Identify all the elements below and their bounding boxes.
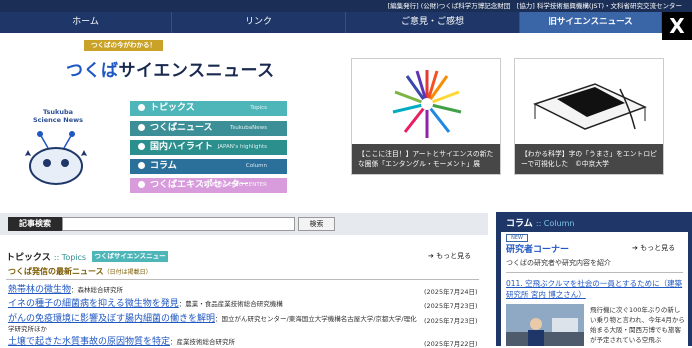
nav-home[interactable]: ホーム (0, 12, 172, 33)
menu-column[interactable]: コラム Column (130, 159, 287, 174)
news-date: (2025年7月24日) (424, 288, 478, 296)
menu-japan-highlights-label: 国内ハイライト (150, 142, 213, 152)
menu-topics-en: Topics (250, 105, 267, 111)
column-title: コラム (506, 219, 533, 229)
nav-feedback[interactable]: ご意見・ご感想 (346, 12, 520, 33)
news-title-link[interactable]: 熱帯林の微生物 (8, 285, 71, 295)
researcher-photo (506, 304, 584, 346)
bullet-icon (138, 181, 145, 188)
mascot-label-2: Science News (32, 116, 84, 124)
search-label: 記事検索 (8, 217, 62, 231)
topics-subhead: つくば発信の最新ニュース（日付は掲載日） (8, 266, 152, 277)
x-social-icon[interactable]: X (662, 12, 692, 40)
tagline-badge: つくばの今がわかる！ (84, 40, 163, 51)
news-source: ：産業技術総合研究所 (170, 338, 236, 346)
feature-card-science[interactable]: 【わかる科学】字の「うまさ」をエントロピーで可視化した ©中京大学 (514, 58, 664, 175)
column-more-link[interactable]: ➔ もっと見る (632, 243, 675, 253)
mascot-label-1: Tsukuba (42, 108, 74, 116)
site-title-a: つくば (66, 61, 119, 81)
site-title-b: サイエンスニュース (118, 61, 275, 81)
news-item: がんの免疫環境に影響及ぼす腸内細菌の働きを解明：国立がん研究センター/東海国立大… (8, 314, 418, 334)
menu-topics[interactable]: トピックス Topics (130, 101, 287, 116)
menu-tsukuba-news-en: TsukubaNews (229, 125, 267, 131)
arrow-right-icon: ➔ (428, 252, 434, 260)
bullet-icon (138, 162, 145, 169)
nav-old-science-news[interactable]: 旧サイエンスニュース (520, 12, 662, 33)
arrow-right-icon: ➔ (632, 244, 638, 252)
menu-topics-label: トピックス (150, 103, 195, 113)
menu-tsukuba-news-label: つくばニュース (150, 123, 213, 133)
column-heading: コラム :: Column (506, 216, 574, 229)
news-date: (2025年7月22日) (424, 340, 478, 348)
menu-tsukuba-news[interactable]: つくばニュース TsukubaNews (130, 121, 287, 136)
news-item: イネの種子の細菌病を抑える微生物を発見：農業・食品産業技術総合研究機構 (8, 299, 418, 309)
site-title[interactable]: つくばサイエンスニュース (66, 56, 275, 81)
search-input[interactable] (62, 217, 295, 231)
main-nav: ホーム リンク ご意見・ご感想 旧サイエンスニュース (0, 12, 692, 33)
divider (506, 272, 683, 273)
topics-heading: トピックス :: Topics (6, 250, 86, 263)
menu-japan-highlights-en: JAPAN's highlights (217, 144, 267, 150)
bullet-icon (138, 104, 145, 111)
researcher-corner-title[interactable]: 研究者コーナー (506, 242, 569, 255)
topics-subhead-text: つくば発信の最新ニュース (8, 267, 104, 276)
search-button[interactable]: 検索 (298, 217, 335, 231)
column-more-label: もっと見る (640, 244, 676, 252)
menu-japan-highlights[interactable]: 国内ハイライト JAPAN's highlights (130, 140, 287, 155)
mascot-label: Tsukuba Science News (28, 108, 88, 124)
column-title-en: :: Column (535, 219, 575, 228)
news-title-link[interactable]: がんの免疫環境に影響及ぼす腸内細菌の働きを解明 (8, 314, 215, 324)
publisher-bar: [編集発行] (公財)つくば科学万博記念財団 [協力] 科学技術振興機構(JST… (0, 0, 692, 12)
bullet-icon (138, 124, 145, 131)
new-badge: NEW (506, 234, 528, 242)
topics-subhead-note: （日付は掲載日） (103, 269, 152, 276)
publisher-text: [編集発行] (公財)つくば科学万博記念財団 [協力] 科学技術振興機構(JST… (387, 2, 682, 10)
news-date: (2025年7月23日) (424, 317, 478, 325)
column-subtitle: つくばの研究者や研究内容を紹介 (506, 259, 611, 267)
topics-title-en: :: Topics (53, 253, 87, 262)
menu-expo-center-en: TSUKUBA EXPO CENTER (200, 182, 267, 188)
news-item: 熱帯林の微生物：森林総合研究所 (8, 285, 418, 295)
art-burst-image (392, 70, 462, 138)
topics-more-label: もっと見る (436, 252, 472, 260)
divider (6, 279, 479, 280)
topics-more-link[interactable]: ➔ もっと見る (428, 251, 471, 261)
column-excerpt: 飛行機に次ぐ100年ぶりの新しい乗り物と言われ、今年4月から始まる大阪・関西万博… (590, 306, 685, 344)
handwriting-image (515, 59, 663, 147)
feature-caption-art: 【ここに注目！】アートとサイエンスの新たな圏係「エンタングル・モーメント」展 (352, 144, 500, 174)
menu-column-label: コラム (150, 161, 177, 171)
bullet-icon (138, 143, 145, 150)
mascot-image (25, 131, 87, 185)
column-article-link[interactable]: 011. 空飛ぶクルマを社会の一員とするために（建築研究所 宮内 博之さん） (506, 278, 684, 300)
feature-card-art[interactable]: 【ここに注目！】アートとサイエンスの新たな圏係「エンタングル・モーメント」展 (351, 58, 501, 175)
menu-expo-center[interactable]: つくばエキスポセンター TSUKUBA EXPO CENTER (130, 178, 287, 193)
topics-badge: つくばサイエンスニュース (92, 251, 168, 271)
nav-links[interactable]: リンク (172, 12, 346, 33)
feature-caption-science: 【わかる科学】字の「うまさ」をエントロピーで可視化した ©中京大学 (515, 144, 663, 174)
news-source: ：農業・食品産業技術総合研究機構 (178, 300, 283, 308)
menu-column-en: Column (245, 163, 267, 169)
news-title-link[interactable]: イネの種子の細菌病を抑える微生物を発見 (8, 299, 179, 309)
topics-title: トピックス (6, 253, 51, 263)
news-source: ：森林総合研究所 (71, 286, 124, 294)
news-date: (2025年7月23日) (424, 302, 478, 310)
